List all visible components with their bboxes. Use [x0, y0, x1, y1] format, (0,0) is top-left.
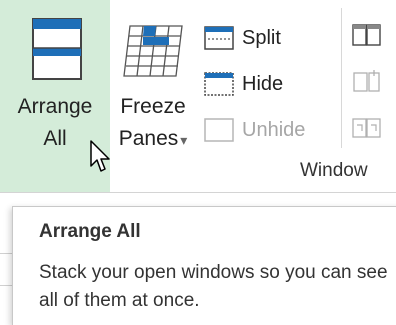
arrange-all-label-line1: Arrange	[17, 95, 93, 118]
freeze-panes-icon	[123, 25, 183, 77]
hide-window-icon	[204, 72, 234, 96]
view-side-by-side-icon[interactable]	[352, 24, 382, 48]
freeze-panes-label-line1: Freeze	[120, 95, 186, 118]
synchronous-scrolling-icon[interactable]	[352, 70, 382, 94]
split-label: Split	[242, 26, 281, 49]
chevron-down-icon: ▾	[180, 132, 188, 148]
group-separator	[341, 8, 342, 148]
window-group-label: Window	[300, 160, 368, 181]
tooltip-description: Stack your open windows so you can see a…	[39, 262, 388, 311]
freeze-panes-button[interactable]: Freeze Panes ▾	[110, 0, 196, 160]
hide-button[interactable]: Hide	[204, 66, 283, 102]
arrange-all-icon	[32, 18, 82, 80]
unhide-label: Unhide	[242, 118, 306, 141]
mouse-pointer-icon	[90, 140, 110, 172]
freeze-panes-label-text: Panes	[118, 127, 179, 150]
hide-label: Hide	[242, 72, 284, 95]
split-button[interactable]: Split	[204, 20, 281, 56]
ribbon-bottom-border	[0, 192, 396, 193]
unhide-button[interactable]: Unhide	[204, 112, 305, 148]
reset-window-position-icon[interactable]	[352, 116, 382, 140]
worksheet-edge	[0, 193, 12, 325]
unhide-window-icon	[204, 118, 234, 142]
split-icon	[204, 26, 234, 50]
tooltip-title: Arrange All	[39, 221, 141, 242]
ribbon-window-group: Arrange All Freeze Panes ▾ Split Hide Un…	[0, 0, 396, 192]
freeze-panes-label-line2: Panes ▾	[110, 124, 196, 155]
arrange-all-tooltip: Arrange All Stack your open windows so y…	[12, 206, 396, 325]
